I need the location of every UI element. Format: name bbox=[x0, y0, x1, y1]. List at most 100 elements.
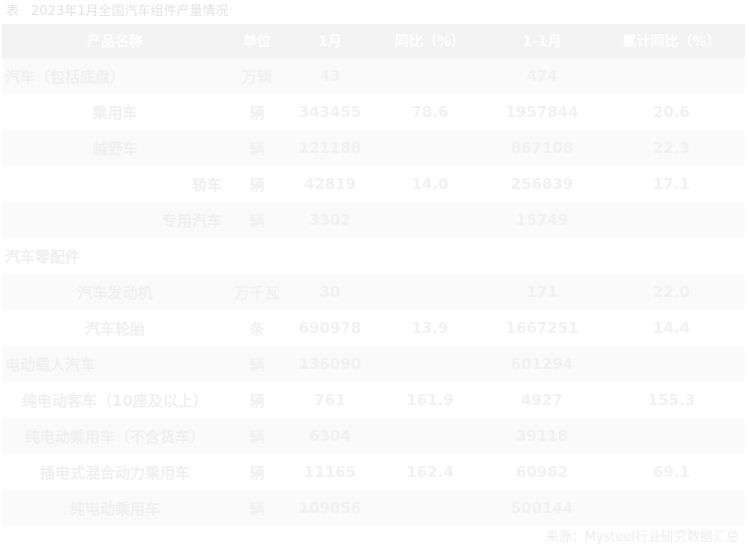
row-unit: 辆 bbox=[228, 166, 286, 202]
row-month bbox=[286, 238, 374, 274]
row-cumulative: 474 bbox=[486, 58, 598, 94]
row-yoy bbox=[374, 346, 486, 382]
table-row: 纯电动乘用车（不含货车） 辆 6304 39118 bbox=[2, 418, 745, 454]
table-row: 插电式混合动力乘用车 辆 11165 162.4 60982 69.1 bbox=[2, 454, 745, 490]
row-cumulative bbox=[486, 238, 598, 274]
table-header-row: 产品名称 单位 1月 同比（%） 1-1月 累计同比（%） bbox=[2, 24, 745, 58]
row-cumulative: 1957844 bbox=[486, 94, 598, 130]
row-label: 专用汽车 bbox=[2, 202, 228, 238]
header-month: 1月 bbox=[286, 24, 374, 58]
report-page: 表 2023年1月全国汽车组件产量情况 产品名称 单位 1月 同比（%） 1-1… bbox=[0, 0, 747, 553]
row-cumulative: 15749 bbox=[486, 202, 598, 238]
row-label: 纯电动乘用车 bbox=[2, 490, 228, 526]
row-cumulative: 601294 bbox=[486, 346, 598, 382]
row-unit: 辆 bbox=[228, 346, 286, 382]
row-cumulative: 500144 bbox=[486, 490, 598, 526]
row-month: 761 bbox=[286, 382, 374, 418]
header-cumulative-yoy: 累计同比（%） bbox=[598, 24, 745, 58]
row-cumulative-yoy: 22.3 bbox=[598, 130, 745, 166]
row-label: 越野车 bbox=[2, 130, 228, 166]
row-month: 109056 bbox=[286, 490, 374, 526]
row-label: 轿车 bbox=[2, 166, 228, 202]
row-cumulative: 867108 bbox=[486, 130, 598, 166]
row-unit: 条 bbox=[228, 310, 286, 346]
row-yoy: 14.0 bbox=[374, 166, 486, 202]
source-text: Mysteel行业研究数据汇总 bbox=[584, 530, 739, 545]
table-row: 汽车（包括底盘） 万辆 43 474 bbox=[2, 58, 745, 94]
row-month: 690978 bbox=[286, 310, 374, 346]
row-yoy bbox=[374, 238, 486, 274]
row-label: 纯电动乘用车（不含货车） bbox=[2, 418, 228, 454]
row-month: 121188 bbox=[286, 130, 374, 166]
row-yoy bbox=[374, 274, 486, 310]
row-cumulative-yoy bbox=[598, 418, 745, 454]
row-month: 343455 bbox=[286, 94, 374, 130]
header-unit: 单位 bbox=[228, 24, 286, 58]
row-month: 6304 bbox=[286, 418, 374, 454]
row-yoy: 162.4 bbox=[374, 454, 486, 490]
header-cumulative: 1-1月 bbox=[486, 24, 598, 58]
row-cumulative-yoy bbox=[598, 238, 745, 274]
table-row: 纯电动客车（10座及以上） 辆 761 161.9 4927 155.3 bbox=[2, 382, 745, 418]
row-cumulative-yoy bbox=[598, 202, 745, 238]
row-unit: 辆 bbox=[228, 94, 286, 130]
row-label: 汽车零配件 bbox=[2, 238, 228, 274]
row-unit: 辆 bbox=[228, 454, 286, 490]
row-unit: 辆 bbox=[228, 382, 286, 418]
row-unit: 万辆 bbox=[228, 58, 286, 94]
table-row: 汽车零配件 bbox=[2, 238, 745, 274]
row-label: 乘用车 bbox=[2, 94, 228, 130]
row-yoy bbox=[374, 202, 486, 238]
row-cumulative-yoy bbox=[598, 58, 745, 94]
header-product: 产品名称 bbox=[2, 24, 228, 58]
source-label: 来源： bbox=[545, 530, 585, 545]
table-row: 纯电动乘用车 辆 109056 500144 bbox=[2, 490, 745, 526]
row-cumulative-yoy: 22.0 bbox=[598, 274, 745, 310]
source-note: 来源：Mysteel行业研究数据汇总 bbox=[546, 528, 739, 548]
row-yoy: 13.9 bbox=[374, 310, 486, 346]
row-yoy bbox=[374, 58, 486, 94]
row-cumulative-yoy: 155.3 bbox=[598, 382, 745, 418]
row-cumulative: 1667251 bbox=[486, 310, 598, 346]
row-cumulative-yoy bbox=[598, 346, 745, 382]
row-unit: 辆 bbox=[228, 202, 286, 238]
row-label: 汽车发动机 bbox=[2, 274, 228, 310]
row-cumulative-yoy: 69.1 bbox=[598, 454, 745, 490]
row-unit: 辆 bbox=[228, 490, 286, 526]
row-label: 纯电动客车（10座及以上） bbox=[2, 382, 228, 418]
table-row: 汽车轮胎 条 690978 13.9 1667251 14.4 bbox=[2, 310, 745, 346]
table-caption: 表 2023年1月全国汽车组件产量情况 bbox=[6, 3, 229, 21]
caption-prefix: 表 bbox=[6, 4, 20, 19]
row-cumulative: 171 bbox=[486, 274, 598, 310]
row-label: 插电式混合动力乘用车 bbox=[2, 454, 228, 490]
row-cumulative-yoy: 20.6 bbox=[598, 94, 745, 130]
row-label: 汽车轮胎 bbox=[2, 310, 228, 346]
row-cumulative-yoy: 17.1 bbox=[598, 166, 745, 202]
row-month: 30 bbox=[286, 274, 374, 310]
row-month: 43 bbox=[286, 58, 374, 94]
row-yoy bbox=[374, 490, 486, 526]
row-yoy: 161.9 bbox=[374, 382, 486, 418]
row-cumulative: 60982 bbox=[486, 454, 598, 490]
production-table: 产品名称 单位 1月 同比（%） 1-1月 累计同比（%） 汽车（包括底盘） 万… bbox=[2, 24, 745, 526]
row-label: 汽车（包括底盘） bbox=[2, 58, 228, 94]
row-cumulative-yoy: 14.4 bbox=[598, 310, 745, 346]
row-yoy bbox=[374, 130, 486, 166]
row-cumulative: 4927 bbox=[486, 382, 598, 418]
caption-title: 2023年1月全国汽车组件产量情况 bbox=[31, 4, 229, 19]
row-unit: 万千瓦 bbox=[228, 274, 286, 310]
row-cumulative-yoy bbox=[598, 490, 745, 526]
row-month: 11165 bbox=[286, 454, 374, 490]
row-month: 136090 bbox=[286, 346, 374, 382]
row-unit bbox=[228, 238, 286, 274]
table-row: 汽车发动机 万千瓦 30 171 22.0 bbox=[2, 274, 745, 310]
row-cumulative: 39118 bbox=[486, 418, 598, 454]
row-yoy: 78.6 bbox=[374, 94, 486, 130]
row-cumulative: 256839 bbox=[486, 166, 598, 202]
row-month: 3302 bbox=[286, 202, 374, 238]
row-label: 电动载人汽车 bbox=[2, 346, 228, 382]
table-row: 乘用车 辆 343455 78.6 1957844 20.6 bbox=[2, 94, 745, 130]
table-row: 电动载人汽车 辆 136090 601294 bbox=[2, 346, 745, 382]
row-unit: 辆 bbox=[228, 418, 286, 454]
row-unit: 辆 bbox=[228, 130, 286, 166]
